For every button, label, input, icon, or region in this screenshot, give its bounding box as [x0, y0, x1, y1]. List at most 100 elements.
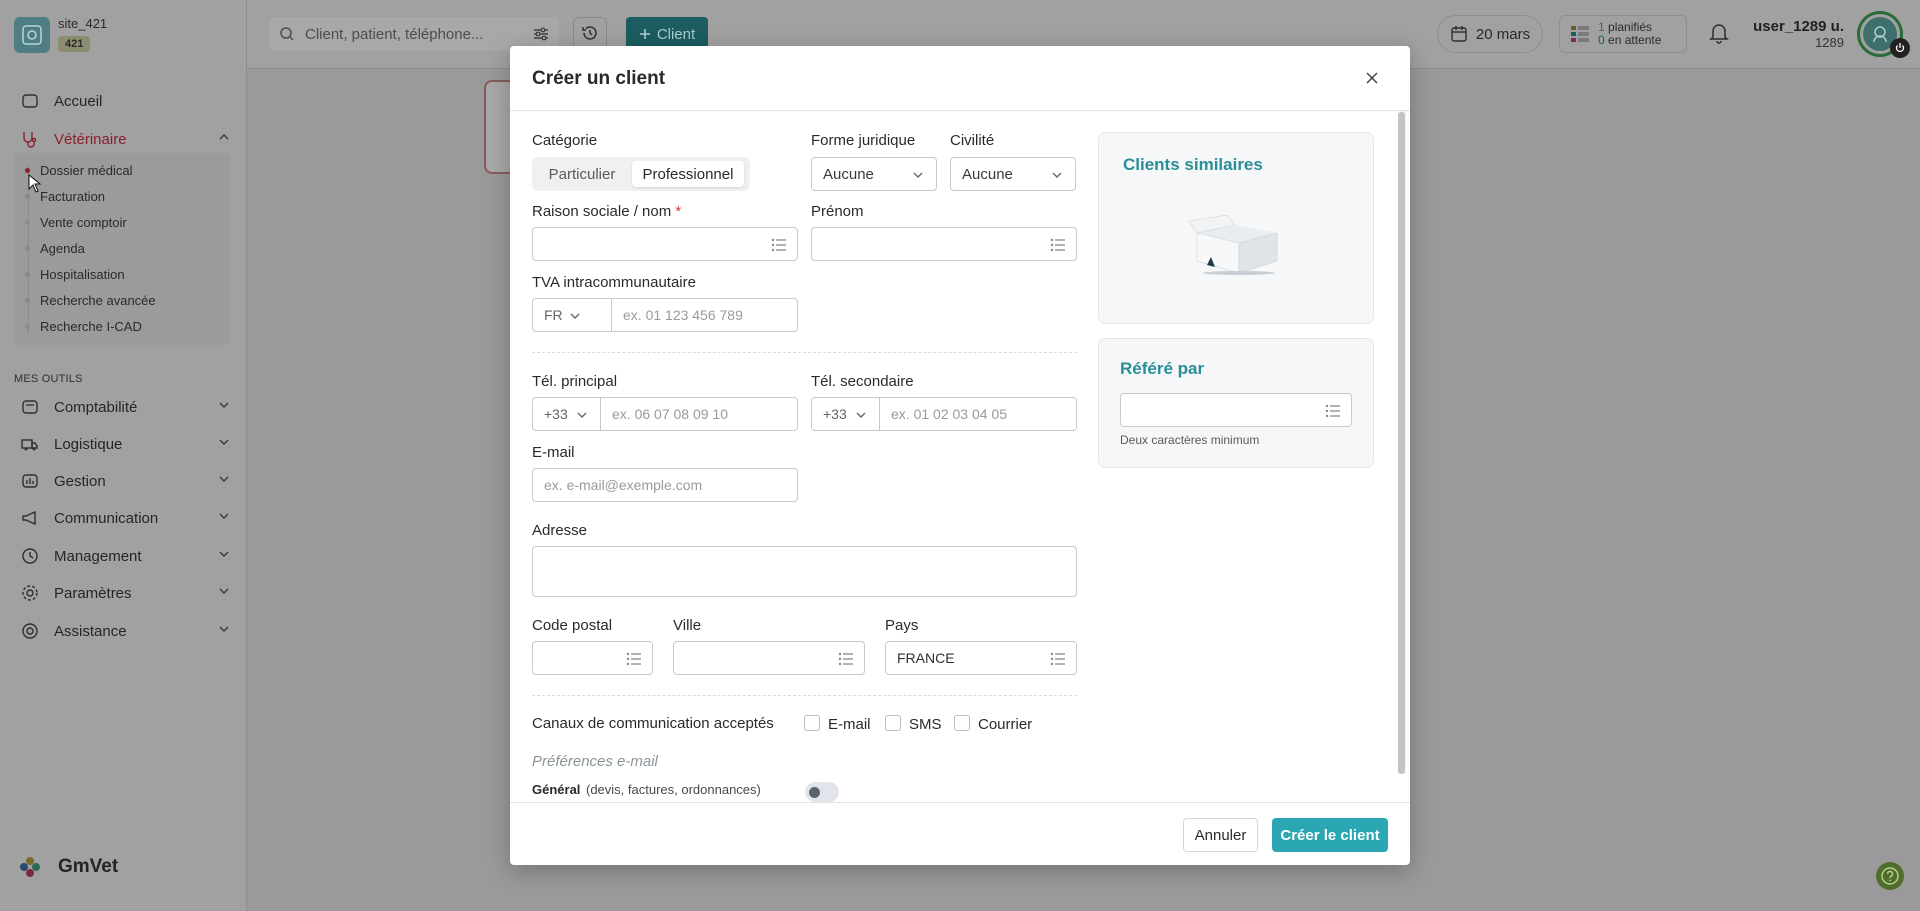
chevron-down-icon [218, 509, 230, 526]
history-icon [581, 24, 599, 45]
categorie-label: Catégorie [532, 132, 598, 149]
canal-sms-checkbox[interactable] [885, 715, 901, 731]
sidebar-item-label: Communication [54, 509, 159, 527]
subnav-vente-comptoir[interactable]: Vente comptoir [40, 215, 127, 230]
forme-juridique-select[interactable]: Aucune [811, 157, 937, 191]
avatar[interactable] [1857, 11, 1910, 58]
filter-icon[interactable] [533, 26, 549, 46]
chevron-down-icon [569, 310, 581, 322]
date-label: 20 mars [1475, 25, 1531, 43]
lifebuoy-icon [20, 621, 40, 641]
tel-principal-prefix-select[interactable]: +33 [532, 397, 601, 431]
sidebar-item-label: Paramètres [54, 584, 132, 602]
sidebar-item-comptabilite[interactable]: Comptabilité [20, 394, 230, 420]
scrollbar-thumb[interactable] [1398, 112, 1405, 774]
subnav-hospitalisation[interactable]: Hospitalisation [40, 267, 125, 282]
tva-input[interactable]: ex. 01 123 456 789 [611, 298, 798, 332]
sidebar-item-communication[interactable]: Communication [20, 505, 230, 531]
subnav-dossier-medical[interactable]: Dossier médical [40, 163, 132, 178]
email-placeholder: ex. e-mail@exemple.com [544, 477, 703, 493]
tva-country-value: FR [544, 307, 563, 323]
civilite-value: Aucune [962, 165, 1013, 183]
sidebar-item-veterinaire[interactable]: Vétérinaire [20, 126, 230, 152]
date-button[interactable]: 20 mars [1437, 15, 1543, 53]
civilite-select[interactable]: Aucune [950, 157, 1076, 191]
list-icon[interactable] [626, 652, 642, 666]
categorie-professionnel[interactable]: Professionnel [632, 161, 744, 187]
calendar-icon [1450, 25, 1468, 43]
pref-general-label: Général [532, 782, 581, 797]
sidebar-item-label: Vétérinaire [54, 130, 127, 148]
site-logo-icon[interactable] [14, 17, 50, 53]
bell-icon[interactable] [1709, 22, 1729, 47]
subnav-agenda[interactable]: Agenda [40, 241, 85, 256]
search-icon [279, 26, 295, 42]
tva-country-select[interactable]: FR [532, 298, 612, 332]
sidebar-item-label: Gestion [54, 472, 106, 490]
chevron-down-icon [218, 584, 230, 601]
site-name: site_421 [58, 16, 108, 31]
canal-courrier-checkbox[interactable] [954, 715, 970, 731]
divider [532, 352, 1077, 353]
refere-par-hint: Deux caractères minimum [1120, 433, 1260, 447]
pref-general-toggle[interactable] [805, 782, 839, 802]
canaux-label: Canaux de communication acceptés [532, 715, 774, 732]
list-icon[interactable] [838, 652, 854, 666]
canal-sms-label: SMS [909, 716, 942, 733]
sidebar-item-logistique[interactable]: Logistique [20, 431, 230, 457]
code-postal-input[interactable] [532, 641, 653, 675]
similar-clients-title: Clients similaires [1123, 155, 1263, 174]
subnav-facturation[interactable]: Facturation [40, 189, 105, 204]
tel-principal-prefix: +33 [544, 406, 568, 422]
tel-secondaire-prefix-select[interactable]: +33 [811, 397, 880, 431]
pays-input[interactable]: FRANCE [885, 641, 1077, 675]
user-info[interactable]: user_1289 u. 1289 [1753, 19, 1844, 51]
tel-secondaire-input[interactable]: ex. 01 02 03 04 05 [879, 397, 1077, 431]
email-label: E-mail [532, 444, 575, 461]
list-icon[interactable] [1325, 404, 1341, 418]
tva-label: TVA intracommunautaire [532, 274, 696, 291]
sidebar-item-management[interactable]: Management [20, 543, 230, 569]
modal-header: Créer un client [510, 46, 1410, 111]
email-field[interactable]: ex. e-mail@exemple.com [532, 468, 798, 502]
sidebar-item-assistance[interactable]: Assistance [20, 618, 230, 644]
user-name: user_1289 u. [1753, 18, 1844, 35]
list-icon[interactable] [771, 238, 787, 252]
chevron-down-icon [1051, 169, 1063, 181]
chevron-down-icon [218, 472, 230, 489]
tel-principal-input[interactable]: ex. 06 07 08 09 10 [600, 397, 798, 431]
create-client-modal: Créer un client Catégorie Particulier Pr… [510, 46, 1410, 865]
sidebar-item-label: Comptabilité [54, 398, 138, 416]
preferences-email-title: Préférences e-mail [532, 753, 658, 770]
close-icon[interactable] [1364, 70, 1380, 86]
modal-title: Créer un client [532, 68, 666, 89]
list-icon[interactable] [1050, 652, 1066, 666]
ville-input[interactable] [673, 641, 865, 675]
raison-sociale-label-text: Raison sociale / nom [532, 203, 672, 220]
pending-label: en attente [1608, 33, 1662, 47]
power-icon[interactable] [1890, 38, 1910, 58]
pays-label: Pays [885, 617, 919, 634]
sidebar-item-label: Accueil [54, 92, 103, 110]
canal-email-checkbox[interactable] [804, 715, 820, 731]
sidebar-item-accueil[interactable]: Accueil [20, 88, 230, 114]
adresse-textarea[interactable] [532, 546, 1077, 597]
stethoscope-icon [20, 129, 40, 149]
help-icon[interactable] [1876, 862, 1904, 890]
subnav-recherche-icad[interactable]: Recherche I-CAD [40, 319, 142, 334]
sidebar-item-gestion[interactable]: Gestion [20, 468, 230, 494]
raison-sociale-input[interactable] [532, 227, 798, 261]
create-client-button[interactable]: Créer le client [1272, 818, 1388, 852]
canal-courrier-label: Courrier [978, 716, 1033, 733]
refere-par-input[interactable] [1120, 393, 1352, 427]
required-mark: * [675, 203, 682, 220]
subnav-recherche-avancee[interactable]: Recherche avancée [40, 293, 156, 308]
sidebar-item-parametres[interactable]: Paramètres [20, 580, 230, 606]
planned-tasks-button[interactable]: 1 planifiés 0 en attente [1559, 15, 1687, 53]
adresse-label: Adresse [532, 522, 588, 539]
cancel-button[interactable]: Annuler [1183, 818, 1258, 852]
prenom-input[interactable] [811, 227, 1077, 261]
list-icon[interactable] [1050, 238, 1066, 252]
civilite-label: Civilité [950, 132, 995, 149]
categorie-particulier[interactable]: Particulier [536, 161, 628, 187]
